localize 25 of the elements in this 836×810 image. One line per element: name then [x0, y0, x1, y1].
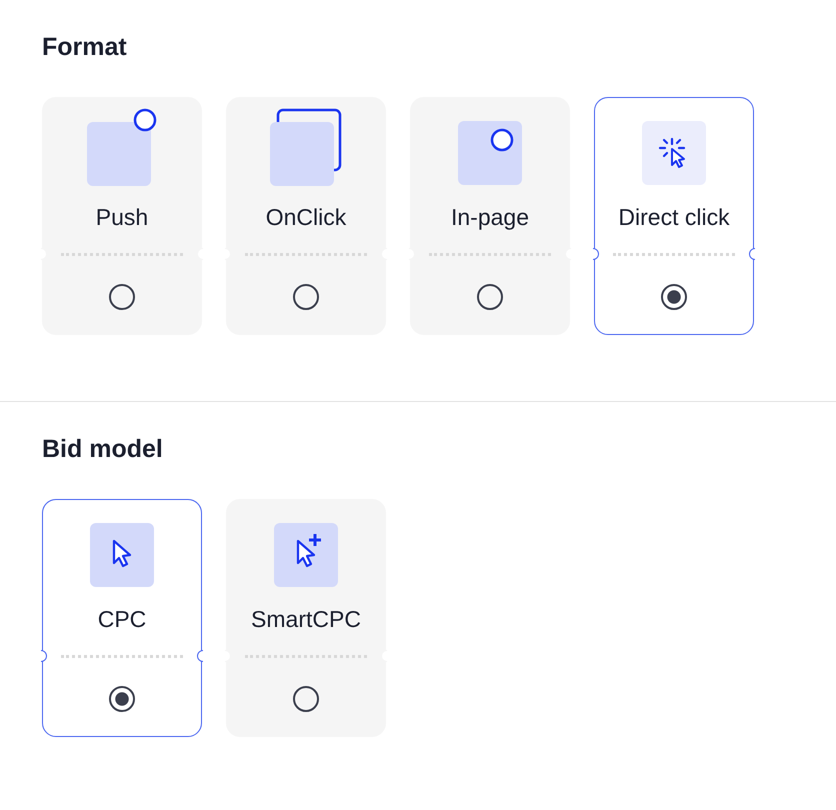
option-card[interactable]: In-page	[410, 97, 570, 335]
stacked-squares-icon	[270, 108, 342, 186]
option-card[interactable]: CPC	[42, 499, 202, 737]
square-dot-icon	[87, 108, 157, 186]
radio-button[interactable]	[109, 686, 135, 712]
option-card[interactable]: Push	[42, 97, 202, 335]
section-title: Bid model	[42, 434, 164, 465]
radio-button[interactable]	[661, 284, 687, 310]
option-label: SmartCPC	[251, 606, 361, 633]
option-label: OnClick	[266, 204, 346, 231]
option-card[interactable]: OnClick	[226, 97, 386, 335]
option-card[interactable]: Direct click	[594, 97, 754, 335]
option-card[interactable]: SmartCPC	[226, 499, 386, 737]
option-label: Direct click	[618, 204, 730, 231]
cursor-icon	[89, 522, 155, 588]
radio-button[interactable]	[293, 284, 319, 310]
cursor-click-icon	[641, 120, 707, 186]
section-title: Format	[42, 32, 128, 63]
option-label: CPC	[98, 606, 146, 633]
option-label: In-page	[450, 204, 529, 231]
radio-button[interactable]	[477, 284, 503, 310]
cursor-plus-icon	[273, 522, 339, 588]
option-label: Push	[96, 204, 148, 231]
radio-button[interactable]	[109, 284, 135, 310]
radio-button[interactable]	[293, 686, 319, 712]
